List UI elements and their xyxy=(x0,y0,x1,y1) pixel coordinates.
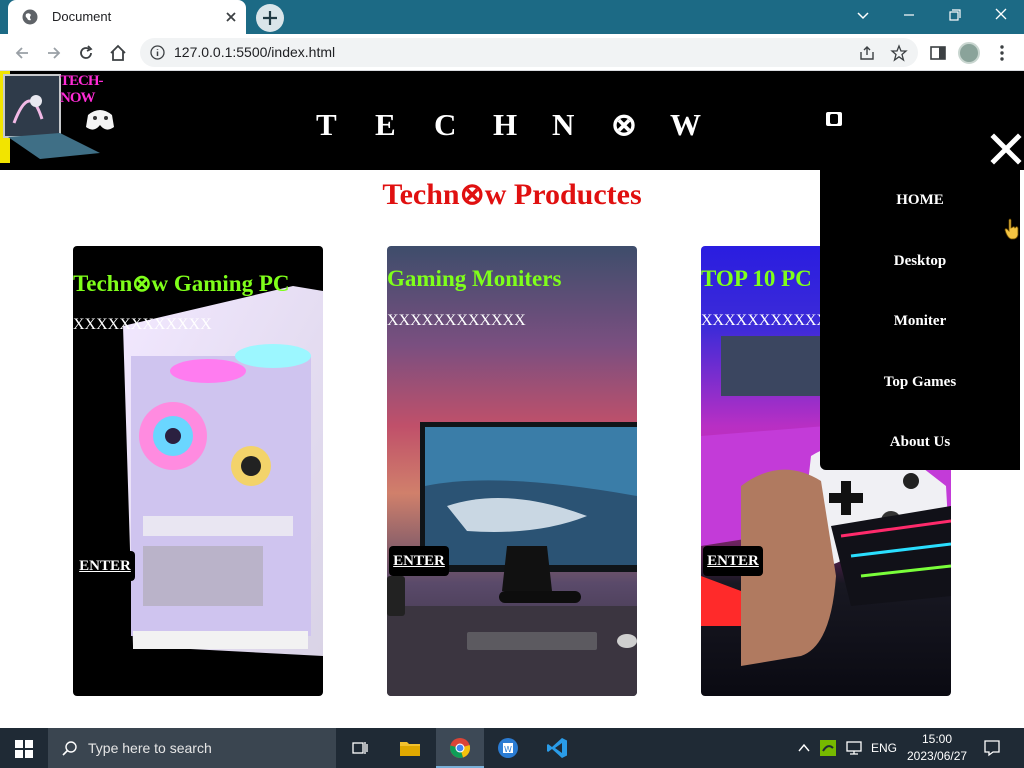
tab-title: Document xyxy=(52,9,112,24)
search-icon xyxy=(62,741,77,756)
taskbar-search-box[interactable]: Type here to search xyxy=(48,728,336,768)
address-bar[interactable]: 127.0.0.1:5500/index.html xyxy=(140,38,918,67)
card-title: Gaming Moniters xyxy=(387,266,562,291)
menu-item-top-games[interactable]: Top Games xyxy=(820,374,1020,391)
windows-taskbar: Type here to search W ENG 15:00 2023/06/… xyxy=(0,728,1024,768)
title-letter: T xyxy=(316,107,337,142)
task-view-icon[interactable] xyxy=(351,739,369,757)
more-menu-icon[interactable] xyxy=(992,43,1012,63)
bookmark-star-icon[interactable] xyxy=(890,44,908,62)
chrome-taskbar-button[interactable] xyxy=(436,728,484,768)
site-header: TECH-NOW T E C H N ⊗ W xyxy=(0,71,1024,170)
restore-icon[interactable] xyxy=(943,5,967,25)
web-page: TECH-NOW TECHN⊗W Techn⊗w Productes xyxy=(0,71,1024,728)
enter-button[interactable]: ENTER xyxy=(75,551,135,581)
browser-toolbar: 127.0.0.1:5500/index.html xyxy=(0,34,1024,71)
card-subtitle: XXXXXXXXXXX xyxy=(701,312,829,329)
close-window-icon[interactable] xyxy=(989,5,1013,25)
close-menu-icon[interactable] xyxy=(990,133,1022,165)
theme-toggle-icon[interactable] xyxy=(826,112,842,126)
side-nav-menu: HOME Desktop Moniter Top Games About Us xyxy=(820,170,1020,470)
card-subtitle: XXXXXXXXXXXX xyxy=(387,312,526,329)
site-logo[interactable]: TECH-NOW xyxy=(0,71,120,163)
card-subtitle: XXXXXXXXXXXX xyxy=(73,316,212,333)
reload-icon[interactable] xyxy=(76,43,96,63)
clock-time[interactable]: 15:00 xyxy=(922,732,952,746)
title-letter: H xyxy=(493,107,518,142)
title-letter: W xyxy=(670,107,701,142)
language-indicator[interactable]: ENG xyxy=(871,741,897,755)
side-panel-icon[interactable] xyxy=(928,43,948,63)
card-title: Techn⊗w Gaming PC xyxy=(73,271,290,296)
title-letter: ⊗ xyxy=(611,107,637,142)
clock-date[interactable]: 2023/06/27 xyxy=(907,749,967,763)
profile-avatar[interactable] xyxy=(958,42,980,64)
gaming-pc-image xyxy=(123,286,323,656)
vscode-icon[interactable] xyxy=(546,737,568,759)
svg-text:W: W xyxy=(504,745,512,754)
logo-text: TECH-NOW xyxy=(60,73,104,106)
notification-icon[interactable] xyxy=(983,739,1001,757)
chrome-icon xyxy=(450,738,471,758)
site-title: T E C H N ⊗ W xyxy=(316,107,729,143)
browser-tab[interactable]: Document xyxy=(8,0,246,34)
file-explorer-icon[interactable] xyxy=(399,738,421,758)
new-tab-button[interactable] xyxy=(256,4,284,32)
product-card-gaming-pc[interactable]: Techn⊗w Gaming PC XXXXXXXXXXXX ENTER xyxy=(73,246,323,696)
plus-icon xyxy=(263,11,277,25)
title-letter: E xyxy=(375,107,396,142)
share-icon[interactable] xyxy=(858,44,876,62)
title-letter: N xyxy=(552,107,575,142)
chevron-up-icon[interactable] xyxy=(797,741,811,755)
back-arrow-icon[interactable] xyxy=(12,43,32,63)
menu-item-about-us[interactable]: About Us xyxy=(820,434,1020,451)
info-icon[interactable] xyxy=(150,45,165,60)
url-text: 127.0.0.1:5500/index.html xyxy=(174,44,336,60)
home-icon[interactable] xyxy=(108,43,128,63)
windows-start-icon[interactable] xyxy=(15,740,33,758)
product-card-gaming-monitors[interactable]: Gaming Moniters XXXXXXXXXXXX ENTER xyxy=(387,246,637,696)
forward-arrow-icon[interactable] xyxy=(44,43,64,63)
card-title: TOP 10 PC xyxy=(701,266,812,291)
title-letter: C xyxy=(434,107,457,142)
browser-tab-strip: Document xyxy=(0,0,1024,34)
minimize-icon[interactable] xyxy=(897,5,921,25)
nvidia-tray-icon[interactable] xyxy=(820,740,836,756)
close-tab-icon[interactable] xyxy=(222,8,240,26)
enter-button[interactable]: ENTER xyxy=(703,546,763,576)
word-app-icon[interactable]: W xyxy=(497,737,519,759)
menu-item-moniter[interactable]: Moniter xyxy=(820,313,1020,330)
network-icon[interactable] xyxy=(845,740,863,756)
globe-icon xyxy=(22,9,38,25)
search-placeholder: Type here to search xyxy=(88,740,212,756)
menu-item-home[interactable]: HOME xyxy=(820,192,1020,209)
menu-item-desktop[interactable]: Desktop xyxy=(820,253,1020,270)
tab-search-icon[interactable] xyxy=(851,5,875,25)
enter-button[interactable]: ENTER xyxy=(389,546,449,576)
hand-cursor-icon xyxy=(1004,218,1019,240)
